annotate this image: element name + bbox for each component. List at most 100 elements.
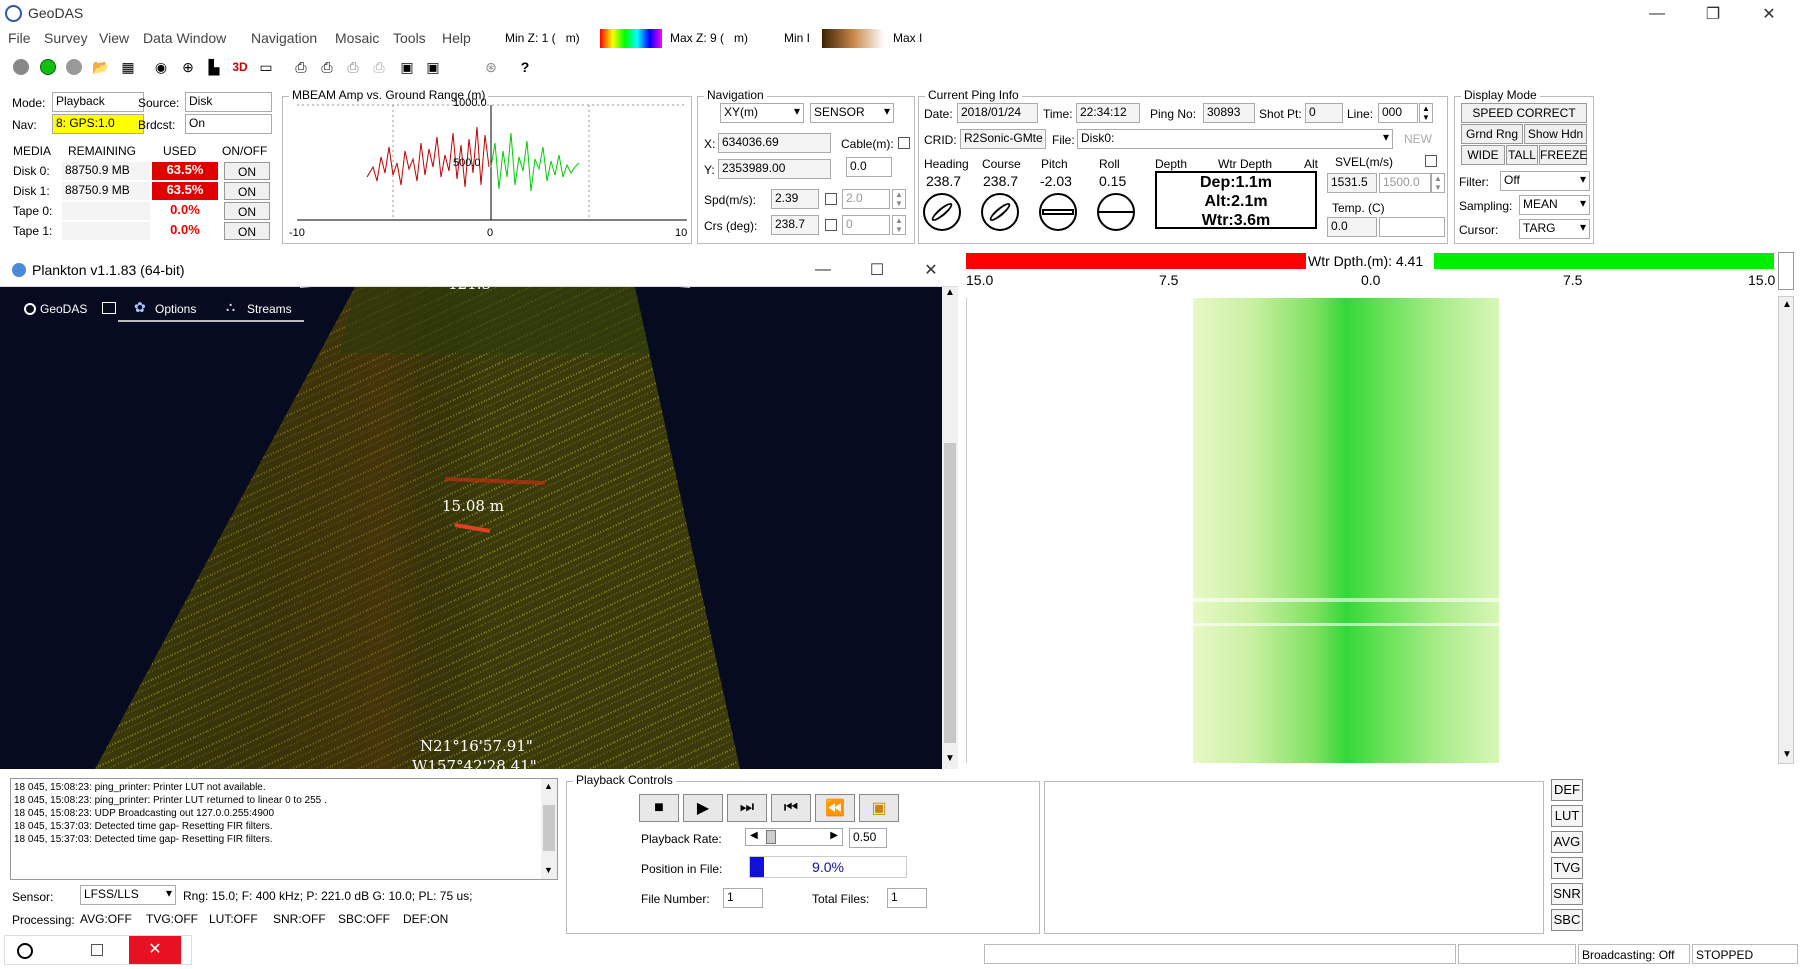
print-gray-icon[interactable]: ⎙ <box>342 56 364 78</box>
new-file-button[interactable]: NEW <box>1399 129 1437 149</box>
fast-forward-button[interactable]: ⏭ <box>727 794 767 822</box>
show-hdn-button[interactable]: Show Hdn <box>1524 124 1587 144</box>
def-button[interactable]: DEF <box>1551 779 1583 801</box>
restore-icon[interactable]: ❐ <box>1690 0 1736 28</box>
fast-rewind-button[interactable]: ⏪ <box>815 794 855 822</box>
log-scrollbar[interactable]: ▲ ▼ <box>541 779 557 879</box>
tape-icon[interactable]: ▭ <box>255 56 277 78</box>
tvg-button[interactable]: TVG <box>1551 857 1583 879</box>
cable-checkbox[interactable] <box>898 137 910 149</box>
open-folder-icon[interactable]: 📂 <box>90 56 112 78</box>
app-icon <box>5 5 22 22</box>
print-color-icon[interactable]: ⎙ <box>316 56 338 78</box>
crs-spinner[interactable]: ▲ ▼ <box>892 215 906 235</box>
mbeam-y-mid: 500.0 <box>453 157 481 169</box>
spd-override-field[interactable]: 2.0 <box>842 189 890 209</box>
save-image-icon[interactable]: ▣ <box>396 56 418 78</box>
crs-override-field[interactable]: 0 <box>842 215 890 235</box>
globe-icon[interactable]: ◉ <box>150 56 172 78</box>
image-icon[interactable] <box>102 302 116 314</box>
filenum-field[interactable]: 1 <box>723 888 763 908</box>
menu-tools[interactable]: Tools <box>393 30 426 46</box>
menu-view[interactable]: View <box>99 30 129 46</box>
wide-button[interactable]: WIDE <box>1461 145 1505 165</box>
line-spinner[interactable]: ▲ ▼ <box>1419 103 1433 123</box>
menu-file[interactable]: File <box>8 30 31 46</box>
sbc-button[interactable]: SBC <box>1551 909 1583 931</box>
avg-button[interactable]: AVG <box>1551 831 1583 853</box>
sampling-select[interactable]: MEAN ▾ <box>1519 195 1590 215</box>
speed-correct-button[interactable]: SPEED CORRECT <box>1461 103 1587 123</box>
crid-field: R2Sonic-GMte <box>960 129 1046 149</box>
record-on-icon[interactable] <box>37 56 59 78</box>
media-onoff-button[interactable]: ON <box>224 202 270 220</box>
line-field[interactable]: 000 <box>1378 103 1418 123</box>
temp-override-field[interactable] <box>1379 217 1445 237</box>
plankton-close-icon[interactable]: ✕ <box>908 256 954 284</box>
pause-circle-icon[interactable] <box>63 56 85 78</box>
grnd-rng-button[interactable]: Grnd Rng <box>1461 124 1523 144</box>
play-button[interactable]: ▶ <box>683 794 723 822</box>
navigation-title: Navigation <box>704 88 767 102</box>
media-header: MEDIA <box>13 144 52 158</box>
freeze-button[interactable]: FREEZE <box>1539 145 1587 165</box>
plankton-window: SW W -121.3° 15.08 m N21°16'57.91" W157°… <box>0 253 958 769</box>
rewind-start-button[interactable]: ⏮ <box>771 794 811 822</box>
help-icon[interactable]: ? <box>514 56 536 78</box>
print-disabled-icon[interactable]: ⎙ <box>368 56 390 78</box>
menu-survey[interactable]: Survey <box>44 30 88 46</box>
source-field: Disk <box>185 92 272 112</box>
media-table: MEDIA REMAINING USED ON/OFF Disk 0: 8875… <box>10 142 272 242</box>
sensor-select[interactable]: LFSS/LLS ▾ <box>80 885 176 905</box>
rate-field[interactable]: 0.50 <box>849 828 887 848</box>
menu-navigation[interactable]: Navigation <box>251 30 317 46</box>
tab-options[interactable]: Options <box>155 302 196 316</box>
crs-checkbox[interactable] <box>825 219 837 231</box>
target-icon[interactable]: ⊛ <box>480 56 502 78</box>
crosshair-icon[interactable]: ⊕ <box>177 56 199 78</box>
skyline-icon[interactable]: ▙ <box>203 56 225 78</box>
tab-streams[interactable]: Streams <box>247 302 292 316</box>
rate-slider[interactable]: ◀ ▶ <box>745 828 843 846</box>
media-onoff-button[interactable]: ON <box>224 182 270 200</box>
snr-button[interactable]: SNR <box>1551 883 1583 905</box>
spd-checkbox[interactable] <box>825 193 837 205</box>
wtr-text: Wtr:3.6m <box>1201 212 1271 229</box>
svel-override-field[interactable]: 1500.0 <box>1379 173 1431 193</box>
loop-button[interactable]: ▣ <box>859 794 899 822</box>
crs-label: Crs (deg): <box>704 219 758 233</box>
filter-select[interactable]: Off ▾ <box>1500 171 1590 191</box>
close-icon[interactable]: ✕ <box>1746 0 1792 28</box>
plankton-minimize-icon[interactable]: — <box>800 256 846 284</box>
svel-checkbox[interactable] <box>1425 155 1437 167</box>
file-select[interactable]: Disk0: ▾ <box>1077 129 1393 149</box>
coord-select[interactable]: XY(m) ▾ <box>720 103 804 123</box>
plankton-maximize-icon[interactable]: ☐ <box>854 256 900 284</box>
waterfall-scrollbar[interactable]: ▲ ▼ <box>1778 296 1794 764</box>
tab-geodas[interactable]: GeoDAS <box>40 302 87 316</box>
lut-button[interactable]: LUT <box>1551 805 1583 827</box>
cursor-select[interactable]: TARG ▾ <box>1519 219 1590 239</box>
stop-button[interactable]: ■ <box>639 794 679 822</box>
temp-label: Temp. (C) <box>1332 201 1385 215</box>
menu-help[interactable]: Help <box>442 30 471 46</box>
record-off-icon[interactable] <box>10 56 32 78</box>
minimize-icon[interactable]: — <box>1634 0 1680 28</box>
save-image-alt-icon[interactable]: ▣ <box>422 56 444 78</box>
media-onoff-button[interactable]: ON <box>224 222 270 240</box>
spd-spinner[interactable]: ▲ ▼ <box>892 189 906 209</box>
view-3d-icon[interactable]: 3D <box>229 56 251 78</box>
cable-field[interactable]: 0.0 <box>846 157 892 177</box>
mbeam-x-min: -10 <box>289 227 305 239</box>
heading-gauge-icon <box>923 193 961 231</box>
media-onoff-button[interactable]: ON <box>224 162 270 180</box>
menu-data-window[interactable]: Data Window <box>143 30 226 46</box>
sensor-select[interactable]: SENSOR ▾ <box>810 103 894 123</box>
menu-mosaic[interactable]: Mosaic <box>335 30 379 46</box>
plankton-scrollbar[interactable]: ▲ ▼ <box>942 287 958 769</box>
print-icon[interactable]: ⎙ <box>290 56 312 78</box>
tall-button[interactable]: TALL <box>1506 145 1538 165</box>
chart-icon[interactable]: ▦ <box>117 56 139 78</box>
svel-spinner[interactable]: ▲ ▼ <box>1431 173 1445 193</box>
date-field: 2018/01/24 <box>957 103 1038 123</box>
